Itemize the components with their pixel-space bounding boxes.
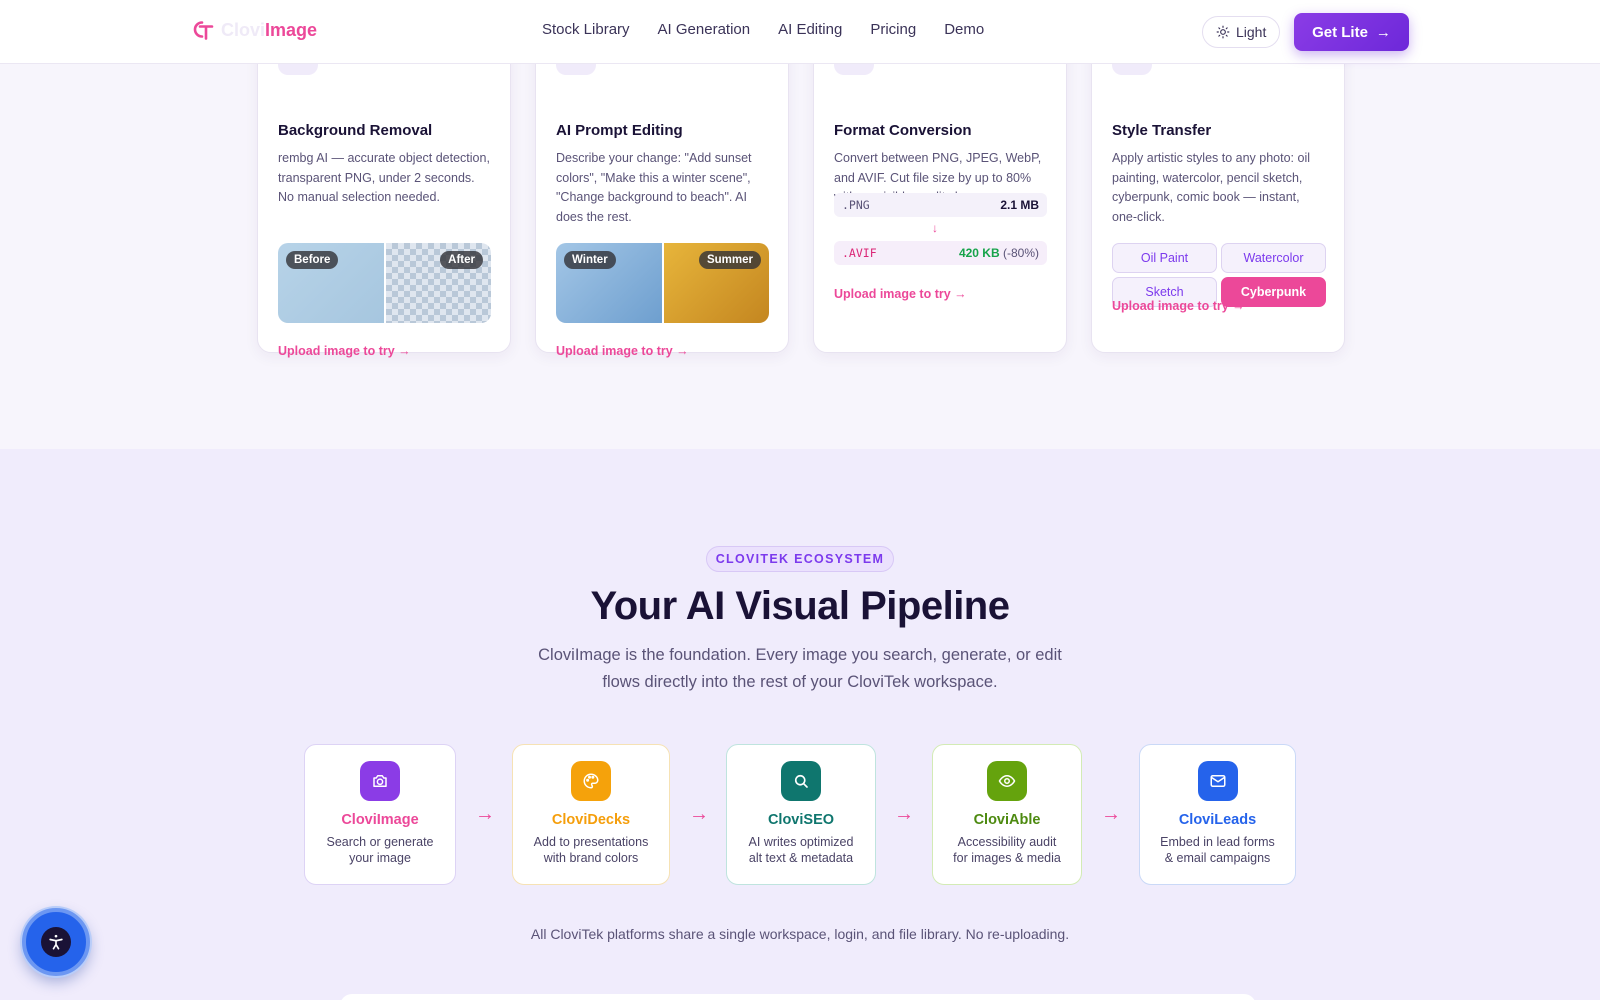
arrow-right-icon: → [689, 803, 709, 825]
section-title: Your AI Visual Pipeline [590, 584, 1011, 628]
summer-image: Summer [663, 243, 769, 323]
tool-card-ai-prompt-editing: AI Prompt Editing Describe your change: … [535, 30, 789, 358]
upload-try-link[interactable]: Upload image to try → [278, 344, 411, 358]
arrow-right-icon: → [475, 803, 495, 825]
accessibility-button[interactable] [22, 908, 90, 976]
output-reduction: (-80%) [1002, 246, 1039, 260]
nav-ai-generation[interactable]: AI Generation [658, 21, 751, 38]
style-options: Oil Paint Watercolor Sketch Cyberpunk [1112, 243, 1326, 307]
nav-pricing[interactable]: Pricing [870, 21, 916, 38]
site-header: CloviImage Stock Library AI Generation A… [0, 0, 1600, 64]
pipeline-name: CloviSEO [767, 812, 835, 828]
style-option-watercolor[interactable]: Watercolor [1221, 243, 1326, 273]
output-size: 420 KB [958, 246, 1000, 260]
pipeline-card-clovileads[interactable]: CloviLeads Embed in lead forms & email ca… [1139, 744, 1296, 885]
mail-icon [1197, 761, 1238, 801]
tool-icon-stub [556, 63, 596, 75]
arrow-right-icon: → [894, 803, 914, 825]
arrow-down-icon: ↓ [932, 221, 938, 235]
palette-icon [571, 761, 611, 801]
pipeline-card-cloviseo[interactable]: CloviSEO AI writes optimized alt text & m… [726, 744, 876, 885]
main-nav: Stock Library AI Generation AI Editing P… [542, 21, 984, 38]
pipeline-name: CloviImage [341, 812, 419, 828]
arrow-right-icon: → [1101, 803, 1121, 825]
upload-try-link[interactable]: Upload image to try → [556, 344, 689, 358]
before-label: Before [286, 251, 339, 269]
logo-text-image: Image [265, 19, 318, 40]
logo-icon [193, 21, 214, 40]
after-image: After [385, 243, 491, 323]
pipeline-description: Accessibility audit for images & media [953, 835, 1061, 865]
tool-icon-stub [1112, 63, 1152, 75]
theme-label: Light [1236, 24, 1267, 40]
input-ext: .PNG [842, 198, 870, 212]
upload-try-link[interactable]: Upload image to try → [834, 287, 967, 301]
pipeline-description: Embed in lead forms & email campaigns [1160, 835, 1275, 865]
pipeline-card-cloviable[interactable]: CloviAble Accessibility audit for images … [932, 744, 1082, 885]
input-format-row: .PNG 2.1 MB [834, 193, 1047, 217]
before-after-preview: Before After [278, 243, 491, 323]
next-section-card [340, 994, 1256, 1000]
pipeline-name: CloviAble [973, 812, 1041, 828]
pipeline-card-cloviimage[interactable]: CloviImage Search or generate your image [304, 744, 456, 885]
pipeline-description: Search or generate your image [326, 835, 434, 865]
summer-label: Summer [698, 251, 762, 269]
pipeline-description: AI writes optimized alt text & metadata [748, 835, 854, 865]
arrow-right-icon: → [1375, 23, 1391, 41]
winter-image: Winter [556, 243, 662, 323]
upload-try-link[interactable]: Upload image to try → [1112, 299, 1245, 313]
style-option-oil-paint[interactable]: Oil Paint [1112, 243, 1217, 273]
ecosystem-section: CLOVITEK ECOSYSTEM Your AI Visual Pipeli… [0, 449, 1600, 1000]
tool-card-style-transfer: Style Transfer Apply artistic styles to … [1091, 30, 1345, 353]
tool-description: Describe your change: "Add sunset colors… [556, 151, 752, 224]
tool-title: Style Transfer [1112, 122, 1212, 139]
get-lite-button[interactable]: Get Lite → [1294, 13, 1409, 51]
input-size: 2.1 MB [1000, 198, 1039, 212]
tool-card-background-removal: Background Removal rembg AI — accurate o… [257, 30, 511, 358]
site-logo[interactable]: CloviImage [191, 18, 317, 42]
after-label: After [440, 251, 484, 269]
ai-editing-tools-section: Background Removal rembg AI — accurate o… [0, 0, 1600, 449]
theme-toggle-button[interactable]: Light [1202, 16, 1281, 48]
nav-stock-library[interactable]: Stock Library [542, 21, 630, 38]
output-format-row: .AVIF 420 KB (-80%) [834, 241, 1047, 265]
ecosystem-footnote: All CloviTek platforms share a single wo… [530, 926, 1070, 942]
tool-icon-stub [834, 63, 874, 75]
get-lite-label: Get Lite [1312, 23, 1368, 41]
season-preview: Winter Summer [556, 243, 769, 323]
winter-label: Winter [564, 251, 616, 269]
output-ext: .AVIF [842, 246, 877, 260]
tool-description: Apply artistic styles to any photo: oil … [1112, 151, 1311, 224]
before-image: Before [278, 243, 384, 323]
eye-icon [987, 761, 1027, 801]
sun-icon [1216, 25, 1230, 39]
pipeline-description: Add to presentations with brand colors [533, 835, 649, 865]
tool-title: AI Prompt Editing [556, 122, 683, 139]
tool-description: rembg AI — accurate object detection, tr… [278, 151, 490, 204]
tool-card-format-conversion: Format Conversion Convert between PNG, J… [813, 30, 1067, 353]
nav-ai-editing[interactable]: AI Editing [778, 21, 842, 38]
accessibility-icon [41, 927, 71, 957]
pipeline-card-clovidecks[interactable]: CloviDecks Add to presentations with bran… [512, 744, 670, 885]
camera-icon [360, 761, 400, 801]
pipeline-name: CloviLeads [1178, 812, 1257, 828]
logo-text-clovi: Clovi [221, 19, 266, 40]
search-icon [781, 761, 821, 801]
section-subtitle: CloviImage is the foundation. Every imag… [538, 646, 1062, 691]
pipeline-name: CloviDecks [551, 812, 631, 828]
tool-title: Background Removal [278, 122, 433, 139]
tool-icon-stub [278, 63, 318, 75]
tool-title: Format Conversion [834, 122, 972, 139]
nav-demo[interactable]: Demo [944, 21, 984, 38]
section-eyebrow-badge: CLOVITEK ECOSYSTEM [706, 546, 894, 572]
